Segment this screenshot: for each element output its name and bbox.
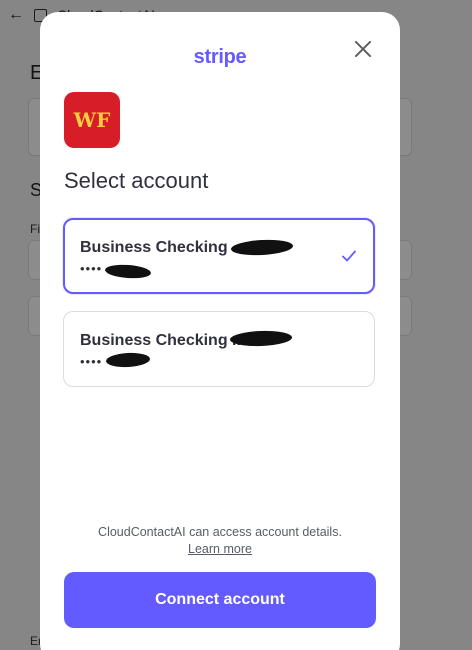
account-option-1[interactable]: Business Checking .. ••••: [63, 218, 375, 294]
learn-more-link[interactable]: Learn more: [188, 542, 252, 556]
redaction-mark: [105, 351, 151, 369]
bank-logo: WF: [64, 92, 120, 148]
stripe-account-modal: stripe WF Select account Business Checki…: [40, 12, 400, 650]
account-name: Business Checking ..: [80, 332, 241, 349]
consent-text: CloudContactAI can access account detail…: [98, 525, 342, 539]
connect-account-button[interactable]: Connect account: [64, 572, 376, 628]
close-icon[interactable]: [350, 36, 376, 62]
redaction-mark: [104, 263, 152, 280]
account-mask: ••••: [80, 261, 103, 276]
modal-title: Select account: [64, 168, 209, 193]
stripe-logo: stripe: [193, 46, 247, 68]
checkmark-icon: [342, 250, 356, 262]
account-option-2[interactable]: Business Checking .. ••••: [63, 311, 375, 387]
account-mask: ••••: [80, 354, 103, 369]
account-name: Business Checking ..: [80, 239, 241, 256]
consent-notice: CloudContactAI can access account detail…: [40, 524, 400, 558]
